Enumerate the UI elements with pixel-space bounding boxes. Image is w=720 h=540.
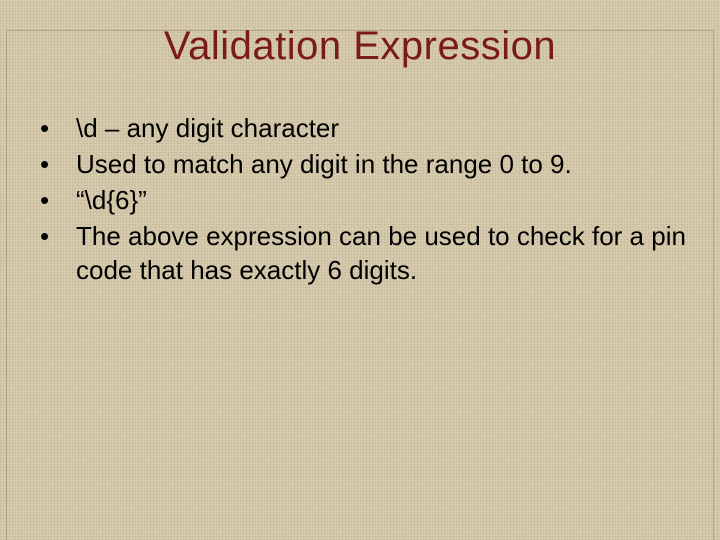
- bullet-text: “\d{6}”: [76, 183, 147, 217]
- bullet-text: \d – any digit character: [76, 111, 339, 145]
- bullet-list: • \d – any digit character • Used to mat…: [0, 111, 720, 287]
- list-item: • “\d{6}”: [34, 183, 692, 217]
- bullet-text: The above expression can be used to chec…: [76, 219, 692, 287]
- bullet-icon: •: [34, 219, 76, 253]
- list-item: • Used to match any digit in the range 0…: [34, 147, 692, 181]
- bullet-text: Used to match any digit in the range 0 t…: [76, 147, 572, 181]
- slide-title: Validation Expression: [0, 24, 720, 69]
- list-item: • The above expression can be used to ch…: [34, 219, 692, 287]
- bullet-icon: •: [34, 147, 76, 181]
- bullet-icon: •: [34, 111, 76, 145]
- list-item: • \d – any digit character: [34, 111, 692, 145]
- bullet-icon: •: [34, 183, 76, 217]
